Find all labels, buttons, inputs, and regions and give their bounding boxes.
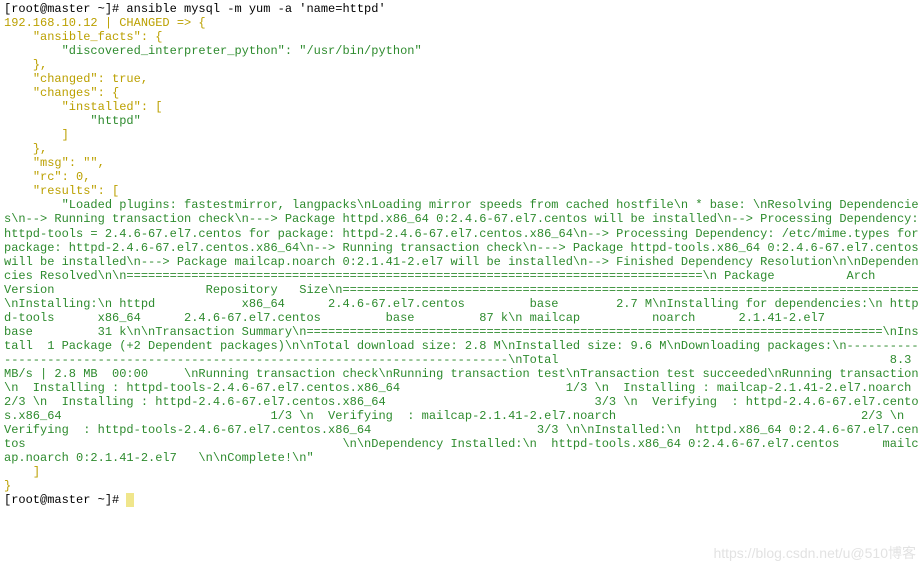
watermark: https://blog.csdn.net/u@510博客 [713, 545, 916, 561]
changes-close: }, [4, 142, 47, 156]
results-text: "Loaded plugins: fastestmirror, langpack… [4, 198, 924, 465]
facts-close: }, [4, 58, 47, 72]
httpd-value: "httpd" [4, 114, 141, 128]
msg-line: "msg": "", [4, 156, 105, 170]
ansible-facts-open: "ansible_facts": { [4, 30, 162, 44]
rc-line: "rc": 0, [4, 170, 90, 184]
results-open: "results": [ [4, 184, 119, 198]
host-status: 192.168.10.12 | CHANGED => { [4, 16, 206, 30]
terminal-output: [root@master ~]# ansible mysql -m yum -a… [4, 2, 920, 507]
json-close: } [4, 479, 11, 493]
cursor-icon [126, 493, 134, 507]
installed-open: "installed": [ [4, 100, 162, 114]
changes-open: "changes": { [4, 86, 119, 100]
results-close: ] [4, 465, 40, 479]
prompt-line: [root@master ~]# ansible mysql -m yum -a… [4, 2, 386, 16]
interpreter-line: "discovered_interpreter_python": "/usr/b… [4, 44, 422, 58]
next-prompt[interactable]: [root@master ~]# [4, 493, 126, 507]
installed-close: ] [4, 128, 69, 142]
changed-line: "changed": true, [4, 72, 148, 86]
